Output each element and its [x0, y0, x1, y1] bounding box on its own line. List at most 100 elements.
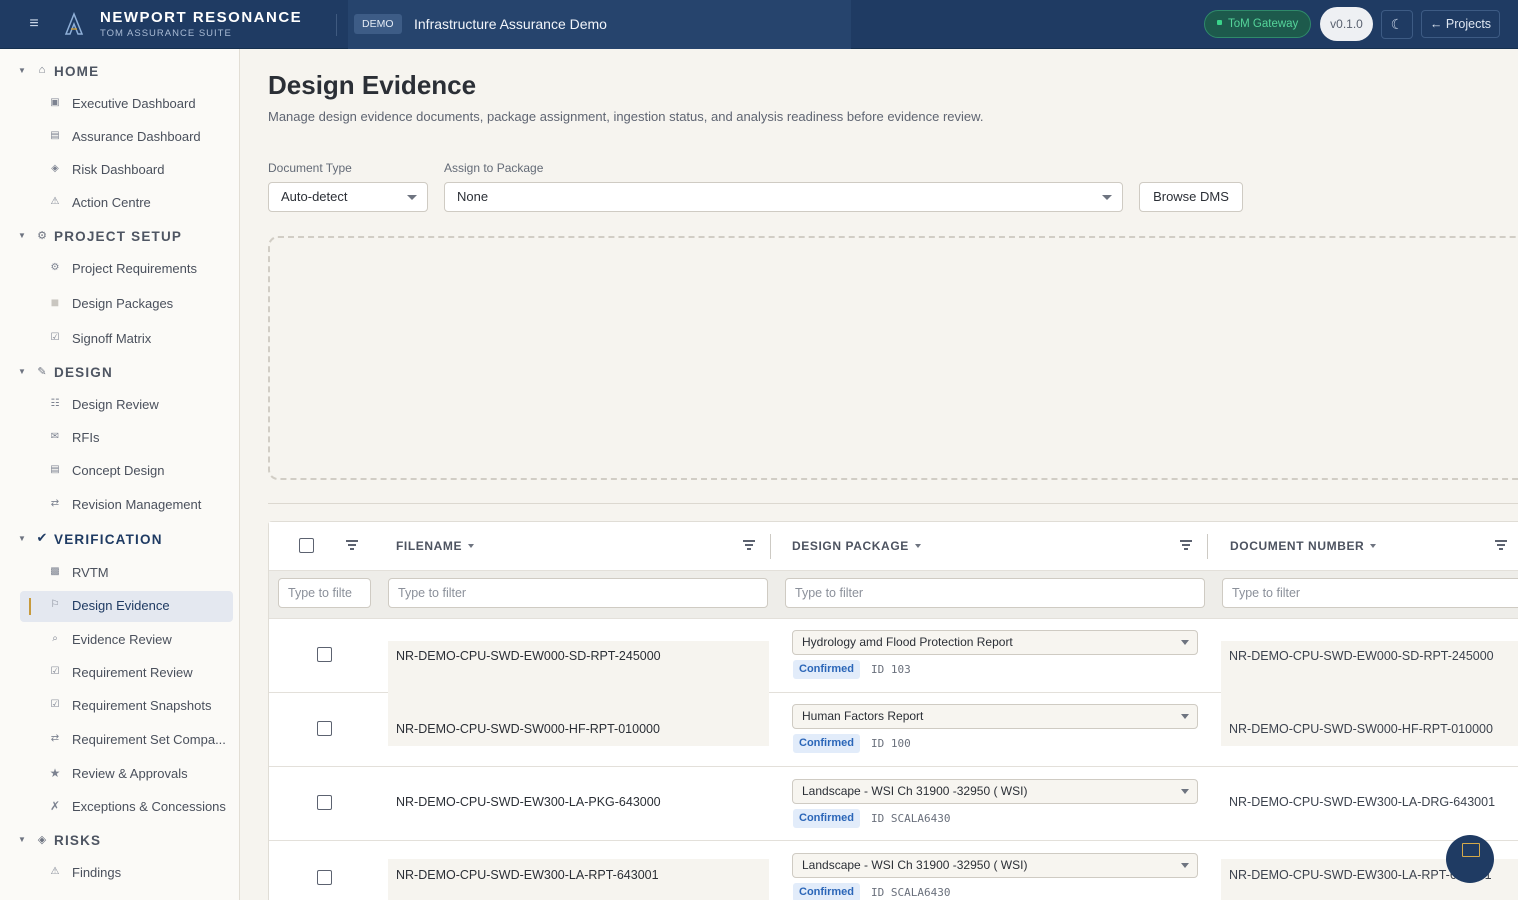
table-header: FILENAME DESIGN PACKAGE DOCUMENT NUMBER [269, 522, 1518, 571]
row-checkbox[interactable] [317, 870, 332, 885]
sidebar-section-risks[interactable]: ▼ ◈ RISKS [0, 826, 240, 856]
sidebar-item-label: Revision Management [72, 497, 202, 512]
filter-icon[interactable] [346, 539, 358, 551]
filename-cell[interactable]: NR-DEMO-CPU-SWD-EW300-LA-PKG-643000 [396, 795, 661, 809]
document-number-cell: NR-DEMO-CPU-SWD-SW000-HF-RPT-010000 [1229, 722, 1493, 736]
column-resize-handle[interactable] [1207, 534, 1208, 559]
checkbox-icon: ☑ [50, 332, 60, 343]
magnifier-icon: ⌕ [52, 633, 58, 644]
chevron-down-icon: ▼ [18, 66, 26, 75]
chevron-down-icon [1181, 863, 1189, 868]
chevron-down-icon: ▼ [18, 367, 26, 376]
filter-icon[interactable] [1180, 539, 1192, 551]
checkbox-icon: ☑ [50, 699, 60, 710]
dashboard-icon: ▤ [50, 130, 60, 141]
filter-input-select[interactable]: Type to filte [278, 578, 371, 608]
filter-input-document-number[interactable]: Type to filter [1222, 578, 1518, 608]
filter-input-filename[interactable]: Type to filter [388, 578, 768, 608]
assign-package-value: None [457, 189, 489, 204]
sidebar-item-label: Requirement Set Compa... [72, 732, 226, 747]
sidebar-item-signoff-matrix[interactable]: ☑ Signoff Matrix [20, 324, 233, 355]
browse-dms-button[interactable]: Browse DMS [1139, 182, 1243, 212]
sidebar-item-concept-design[interactable]: ▤ Concept Design [20, 456, 233, 487]
sidebar-item-project-requirements[interactable]: ⚙ Project Requirements [20, 254, 233, 285]
sidebar-item-design-packages[interactable]: ■ Design Packages [20, 289, 233, 320]
sidebar-section-home[interactable]: ▼ ⌂ HOME [0, 57, 240, 87]
projects-button[interactable]: ← Projects [1421, 10, 1500, 38]
sidebar-item-requirement-snapshots[interactable]: ☑ Requirement Snapshots [20, 691, 233, 722]
hamburger-menu-icon[interactable]: ≡ [26, 14, 42, 34]
pencil-icon: ✎ [37, 366, 47, 378]
filename-cell[interactable]: NR-DEMO-CPU-SWD-SW000-HF-RPT-010000 [396, 722, 660, 736]
evidence-table: FILENAME DESIGN PACKAGE DOCUMENT NUMBER … [268, 521, 1518, 900]
brand-subtitle: TOM ASSURANCE SUITE [100, 28, 232, 39]
sidebar-item-exceptions-concessions[interactable]: ✗ Exceptions & Concessions [20, 792, 233, 823]
sidebar-item-action-centre[interactable]: ⚠ Action Centre [20, 188, 233, 219]
checkbox-icon: ☑ [50, 666, 60, 677]
design-package-select[interactable]: Landscape - WSI Ch 31900 -32950 ( WSI) [792, 779, 1198, 804]
document-type-select[interactable]: Auto-detect [268, 182, 428, 212]
gateway-status-button[interactable]: ToM Gateway [1204, 10, 1311, 38]
filter-icon[interactable] [743, 539, 755, 551]
filename-cell[interactable]: NR-DEMO-CPU-SWD-EW300-LA-RPT-643001 [396, 868, 659, 882]
sidebar-section-project-setup[interactable]: ▼ ⚙ PROJECT SETUP [0, 222, 240, 252]
column-header-filename[interactable]: FILENAME [396, 539, 475, 553]
sidebar-item-rfis[interactable]: ✉ RFIs [20, 423, 233, 454]
sidebar-section-verification[interactable]: ▼ ✔ VERIFICATION [0, 525, 240, 555]
filter-icon[interactable] [1495, 539, 1507, 551]
upload-dropzone[interactable] [268, 236, 1518, 480]
sidebar-item-requirement-review[interactable]: ☑ Requirement Review [20, 658, 233, 689]
filter-input-design-package[interactable]: Type to filter [785, 578, 1205, 608]
row-checkbox[interactable] [317, 721, 332, 736]
status-badge: Confirmed [793, 809, 860, 828]
assign-package-label: Assign to Package [444, 161, 544, 175]
row-checkbox[interactable] [317, 795, 332, 810]
project-name[interactable]: Infrastructure Assurance Demo [414, 16, 607, 32]
package-id: ID 100 [871, 737, 911, 750]
table-row[interactable]: NR-DEMO-CPU-SWD-EW300-LA-PKG-643000 Land… [269, 767, 1518, 841]
home-icon: ⌂ [38, 64, 46, 76]
design-package-select[interactable]: Landscape - WSI Ch 31900 -32950 ( WSI) [792, 853, 1198, 878]
header-divider [336, 14, 337, 36]
sidebar-item-risk-dashboard[interactable]: ◈ Risk Dashboard [20, 155, 233, 186]
brand-title: NEWPORT RESONANCE [100, 9, 303, 26]
cross-icon: ✗ [49, 799, 61, 813]
chat-button[interactable] [1446, 835, 1494, 883]
document-type-value: Auto-detect [281, 189, 348, 204]
table-row[interactable]: NR-DEMO-CPU-SWD-EW300-LA-RPT-643001 Land… [269, 841, 1518, 900]
sidebar-item-label: Executive Dashboard [72, 96, 196, 111]
sidebar-item-review-approvals[interactable]: ★ Review & Approvals [20, 759, 233, 790]
sidebar-item-rvtm[interactable]: ▩ RVTM [20, 558, 233, 589]
table-row[interactable]: NR-DEMO-CPU-SWD-SW000-HF-RPT-010000 Huma… [269, 693, 1518, 767]
sidebar-item-assurance-dashboard[interactable]: ▤ Assurance Dashboard [20, 122, 233, 153]
assign-package-select[interactable]: None [444, 182, 1123, 212]
column-header-document-number[interactable]: DOCUMENT NUMBER [1230, 539, 1377, 553]
sidebar-item-revision-management[interactable]: ⇄ Revision Management [20, 490, 233, 521]
sidebar-item-label: RFIs [72, 430, 100, 445]
status-badge: Confirmed [793, 660, 860, 679]
row-checkbox[interactable] [317, 647, 332, 662]
sidebar-item-design-evidence[interactable]: ⚐ Design Evidence [20, 591, 233, 622]
sidebar-item-findings[interactable]: ⚠ Findings [20, 858, 233, 889]
select-all-checkbox[interactable] [299, 538, 314, 553]
sidebar-item-evidence-review[interactable]: ⌕ Evidence Review [20, 625, 233, 656]
sidebar-section-design[interactable]: ▼ ✎ DESIGN [0, 358, 240, 388]
theme-toggle-button[interactable]: ☾ [1381, 10, 1413, 39]
sidebar-item-label: Design Review [72, 397, 159, 412]
sidebar-item-label: Exceptions & Concessions [72, 799, 226, 814]
warning-icon: ⚠ [50, 196, 60, 207]
sidebar-item-executive-dashboard[interactable]: ▣ Executive Dashboard [20, 89, 233, 120]
sidebar-item-design-review[interactable]: ☷ Design Review [20, 390, 233, 421]
sidebar-item-requirement-set-compare[interactable]: ⇄ Requirement Set Compa... [20, 725, 233, 756]
table-row[interactable]: NR-DEMO-CPU-SWD-EW000-SD-RPT-245000 Hydr… [269, 619, 1518, 694]
column-resize-handle[interactable] [770, 534, 771, 559]
sidebar-item-label: Evidence Review [72, 632, 172, 647]
column-header-design-package[interactable]: DESIGN PACKAGE [792, 539, 921, 553]
sidebar-item-label: Project Requirements [72, 261, 197, 276]
sidebar-item-label: Risk Dashboard [72, 162, 165, 177]
filename-cell[interactable]: NR-DEMO-CPU-SWD-EW000-SD-RPT-245000 [396, 649, 661, 663]
design-package-select[interactable]: Hydrology amd Flood Protection Report [792, 630, 1198, 655]
sidebar-item-label: Review & Approvals [72, 766, 188, 781]
sidebar-item-label: Assurance Dashboard [72, 129, 201, 144]
design-package-select[interactable]: Human Factors Report [792, 704, 1198, 729]
